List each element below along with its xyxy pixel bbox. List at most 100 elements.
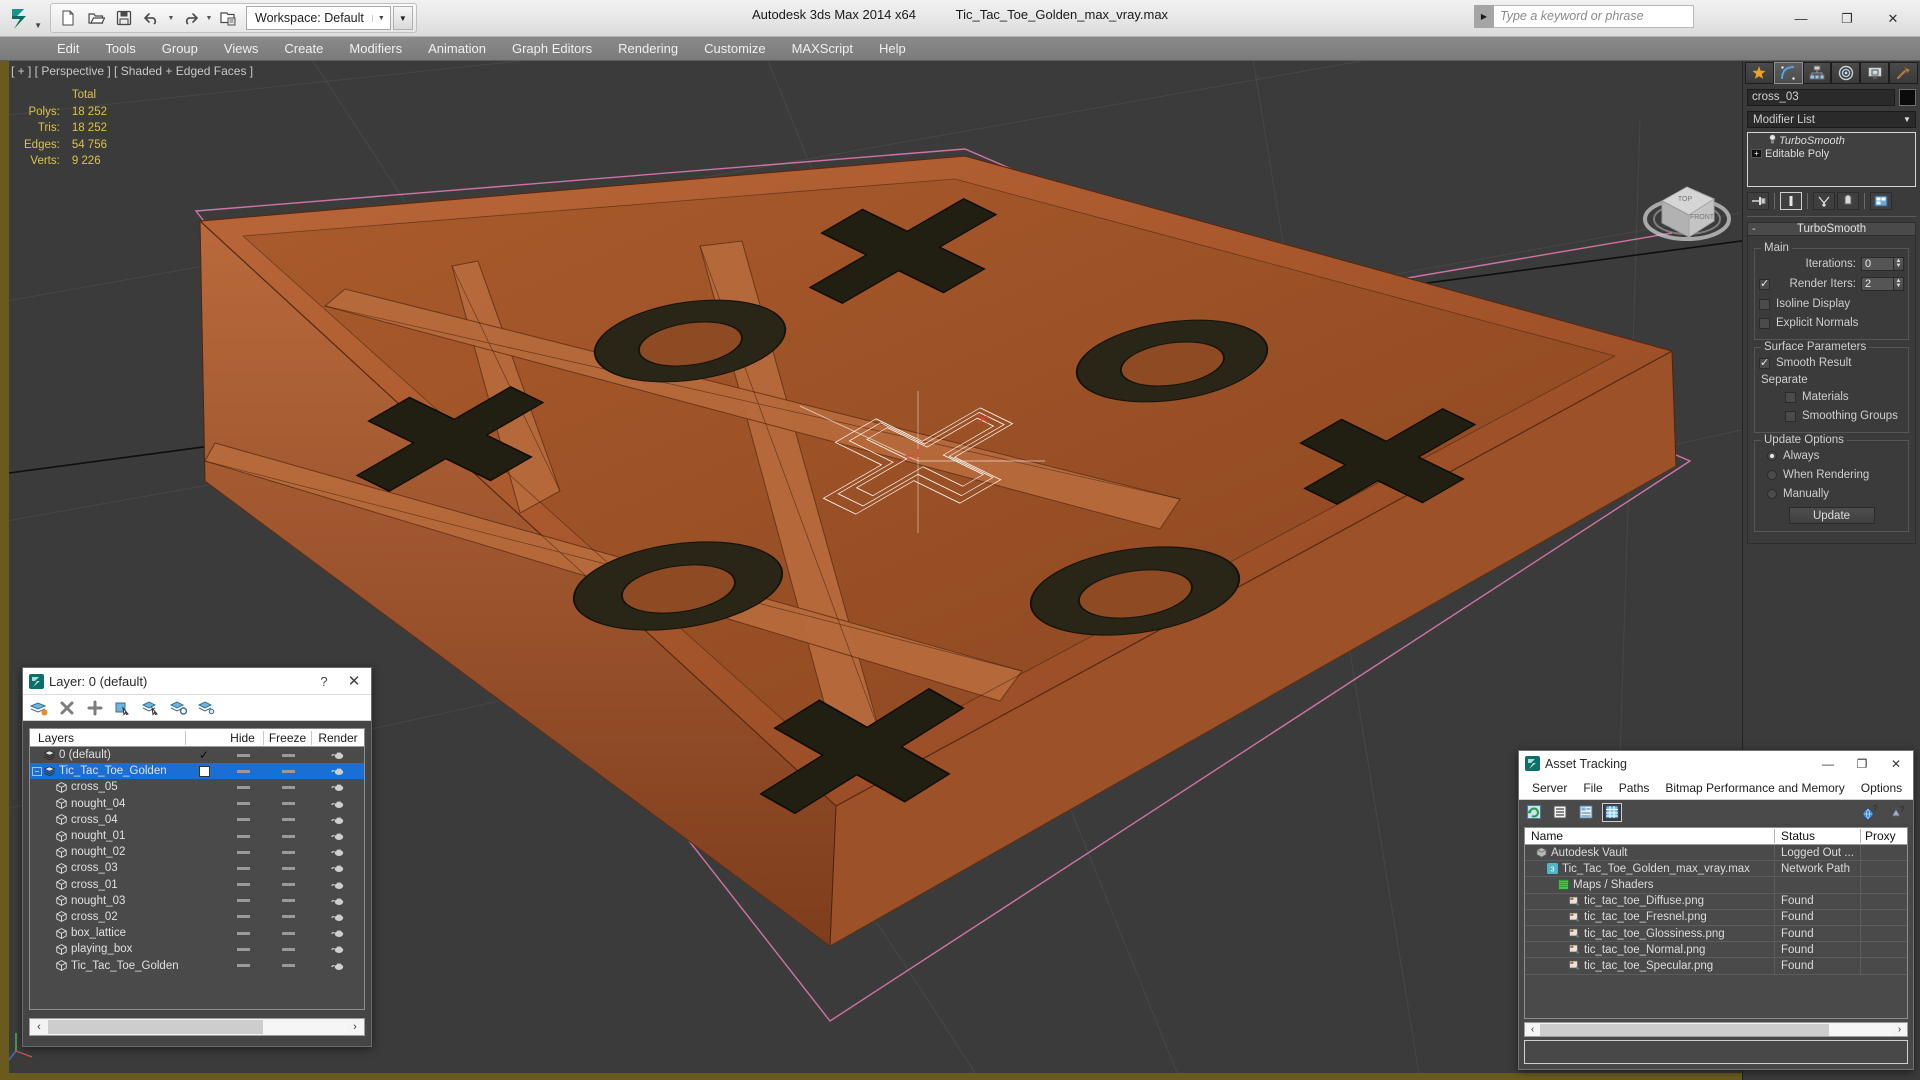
layer-row-hide-cell[interactable] bbox=[222, 915, 264, 919]
layer-row-name-cell[interactable]: cross_01 bbox=[30, 879, 186, 891]
isoline-display-row[interactable]: Isoline Display bbox=[1759, 296, 1904, 312]
asset-table-row[interactable]: 3 Tic_Tac_Toe_Golden_max_vray.max Network … bbox=[1525, 861, 1907, 878]
freeze-dash-icon[interactable] bbox=[281, 834, 295, 838]
layer-row-render-cell[interactable] bbox=[312, 799, 364, 809]
layer-row-name-cell[interactable]: nought_03 bbox=[30, 895, 186, 907]
asset-row-name-cell[interactable]: tic_tac_toe_Fresnel.png bbox=[1525, 909, 1775, 925]
details-view-icon[interactable] bbox=[1576, 803, 1596, 822]
hide-dash-icon[interactable] bbox=[236, 785, 250, 789]
viewport-label[interactable]: [ + ] [ Perspective ] [ Shaded + Edged F… bbox=[11, 64, 253, 78]
menu-item-help[interactable]: Help bbox=[866, 38, 919, 60]
update-manually-radio[interactable] bbox=[1767, 489, 1777, 499]
lightbulb-icon[interactable] bbox=[1765, 134, 1779, 147]
layer-row-active-cell[interactable] bbox=[186, 765, 222, 777]
asset-tracking-dialog[interactable]: Asset Tracking — ❐ ✕ Server File Paths Bitm… bbox=[1518, 750, 1914, 1070]
layer-row[interactable]: Tic_Tac_Toe_Golden bbox=[30, 957, 364, 973]
asset-row-name-cell[interactable]: tic_tac_toe_Glossiness.png bbox=[1525, 925, 1775, 942]
layer-row-render-cell[interactable] bbox=[312, 863, 364, 873]
layer-row-hide-cell[interactable] bbox=[222, 753, 264, 757]
layer-row[interactable]: playing_box bbox=[30, 941, 364, 957]
menu-item-views[interactable]: Views bbox=[211, 38, 271, 60]
minimize-button[interactable]: — bbox=[1778, 4, 1824, 34]
layer-row-freeze-cell[interactable] bbox=[264, 834, 312, 838]
menu-item-tools[interactable]: Tools bbox=[92, 38, 148, 60]
at-menu-item-file[interactable]: File bbox=[1575, 781, 1610, 795]
freeze-dash-icon[interactable] bbox=[281, 785, 295, 789]
asset-table-hscrollbar[interactable]: ‹ › bbox=[1524, 1022, 1908, 1037]
asset-row-name-cell[interactable]: Maps / Shaders bbox=[1525, 877, 1775, 893]
layer-row-name-cell[interactable]: playing_box bbox=[30, 943, 186, 955]
asset-scroll-thumb[interactable] bbox=[1540, 1023, 1829, 1036]
menu-item-graph-editors[interactable]: Graph Editors bbox=[499, 38, 605, 60]
motion-tab[interactable] bbox=[1831, 62, 1861, 84]
hide-dash-icon[interactable] bbox=[236, 818, 250, 822]
layer-row[interactable]: nought_04 bbox=[30, 796, 364, 812]
layer-dialog-close-button[interactable]: ✕ bbox=[337, 672, 371, 690]
layer-row-hide-cell[interactable] bbox=[222, 883, 264, 887]
layer-row-name-cell[interactable]: cross_04 bbox=[30, 814, 186, 826]
layer-row-render-cell[interactable] bbox=[312, 880, 364, 890]
layer-row-render-cell[interactable] bbox=[312, 961, 364, 971]
smooth-result-row[interactable]: Smooth Result bbox=[1759, 355, 1904, 371]
render-iters-field[interactable]: 2 bbox=[1861, 277, 1894, 291]
help-search[interactable]: ▶ Type a keyword or phrase bbox=[1474, 5, 1694, 28]
layer-row[interactable]: cross_05 bbox=[30, 779, 364, 795]
layer-row-name-cell[interactable]: cross_03 bbox=[30, 862, 186, 874]
hide-dash-icon[interactable] bbox=[236, 883, 250, 887]
layer-row-render-cell[interactable] bbox=[312, 912, 364, 922]
create-tab[interactable] bbox=[1745, 62, 1774, 84]
hierarchy-tab[interactable] bbox=[1802, 62, 1832, 84]
modifier-stack-item-editable-poly[interactable]: + Editable Poly bbox=[1749, 147, 1914, 160]
delete-layer-icon[interactable] bbox=[56, 698, 78, 718]
asset-row-name-cell[interactable]: Autodesk Vault bbox=[1525, 845, 1775, 861]
layer-row[interactable]: − Tic_Tac_Toe_Golden bbox=[30, 763, 364, 780]
render-iters-checkbox[interactable] bbox=[1759, 277, 1770, 290]
layer-row-freeze-cell[interactable] bbox=[264, 802, 312, 806]
hide-dash-icon[interactable] bbox=[236, 964, 250, 968]
workspace-menu-button[interactable]: ▼ bbox=[392, 6, 413, 30]
menu-item-maxscript[interactable]: MAXScript bbox=[779, 38, 866, 60]
layer-row[interactable]: 0 (default) ✓ bbox=[30, 747, 364, 763]
freeze-dash-icon[interactable] bbox=[281, 753, 295, 757]
layer-row-name-cell[interactable]: 0 (default) bbox=[30, 749, 186, 761]
at-menu-item-options[interactable]: Options bbox=[1853, 781, 1910, 795]
layer-row-freeze-cell[interactable] bbox=[264, 769, 312, 773]
smoothing-groups-checkbox[interactable] bbox=[1785, 410, 1796, 422]
grid-view-icon[interactable] bbox=[1602, 802, 1622, 822]
modifier-list-dropdown[interactable]: Modifier List ▼ bbox=[1747, 111, 1916, 128]
layer-row-name-cell[interactable]: cross_05 bbox=[30, 781, 186, 793]
object-color-swatch[interactable] bbox=[1899, 89, 1916, 106]
menu-item-group[interactable]: Group bbox=[149, 38, 211, 60]
help-icon[interactable]: ? bbox=[1887, 803, 1907, 822]
viewcube[interactable]: TOP FRONT bbox=[1632, 157, 1742, 267]
layer-list[interactable]: Layers Hide Freeze Render 0 (default) ✓ − T… bbox=[29, 728, 365, 1010]
layer-row-hide-cell[interactable] bbox=[222, 964, 264, 968]
layer-row-render-cell[interactable] bbox=[312, 815, 364, 825]
undo-dropdown-caret-icon[interactable]: ▼ bbox=[166, 15, 176, 22]
rollout-collapse-icon[interactable]: - bbox=[1752, 223, 1756, 235]
layer-row-render-cell[interactable] bbox=[312, 766, 364, 776]
materials-row[interactable]: Materials bbox=[1759, 389, 1904, 405]
asset-row-name-cell[interactable]: tic_tac_toe_Specular.png bbox=[1525, 958, 1775, 974]
layer-row-hide-cell[interactable] bbox=[222, 818, 264, 822]
select-objects-in-layer-icon[interactable] bbox=[112, 698, 134, 718]
hide-dash-icon[interactable] bbox=[236, 802, 250, 806]
layer-scroll-left-arrow-icon[interactable]: ‹ bbox=[30, 1021, 48, 1033]
layer-dialog[interactable]: Layer: 0 (default) ? ✕ Layers Hide Freez… bbox=[22, 667, 372, 1047]
layer-row-render-cell[interactable] bbox=[312, 782, 364, 792]
set-project-folder-icon[interactable] bbox=[214, 5, 242, 31]
layer-scroll-thumb[interactable] bbox=[48, 1020, 263, 1034]
explicit-normals-row[interactable]: Explicit Normals bbox=[1759, 315, 1904, 331]
layer-row-freeze-cell[interactable] bbox=[264, 931, 312, 935]
save-file-icon[interactable] bbox=[110, 5, 138, 31]
layer-row-hide-cell[interactable] bbox=[222, 769, 264, 773]
layer-row[interactable]: box_lattice bbox=[30, 925, 364, 941]
refresh-icon[interactable] bbox=[1524, 803, 1544, 822]
layer-dialog-help-button[interactable]: ? bbox=[311, 674, 337, 689]
iterations-spinner-arrows[interactable]: ▲ ▼ bbox=[1894, 257, 1904, 271]
layer-row-name-cell[interactable]: cross_02 bbox=[30, 911, 186, 923]
create-new-layer-icon[interactable] bbox=[28, 698, 50, 718]
layer-row-freeze-cell[interactable] bbox=[264, 866, 312, 870]
layer-row-active-cell[interactable]: ✓ bbox=[186, 748, 222, 762]
layer-row-freeze-cell[interactable] bbox=[264, 964, 312, 968]
